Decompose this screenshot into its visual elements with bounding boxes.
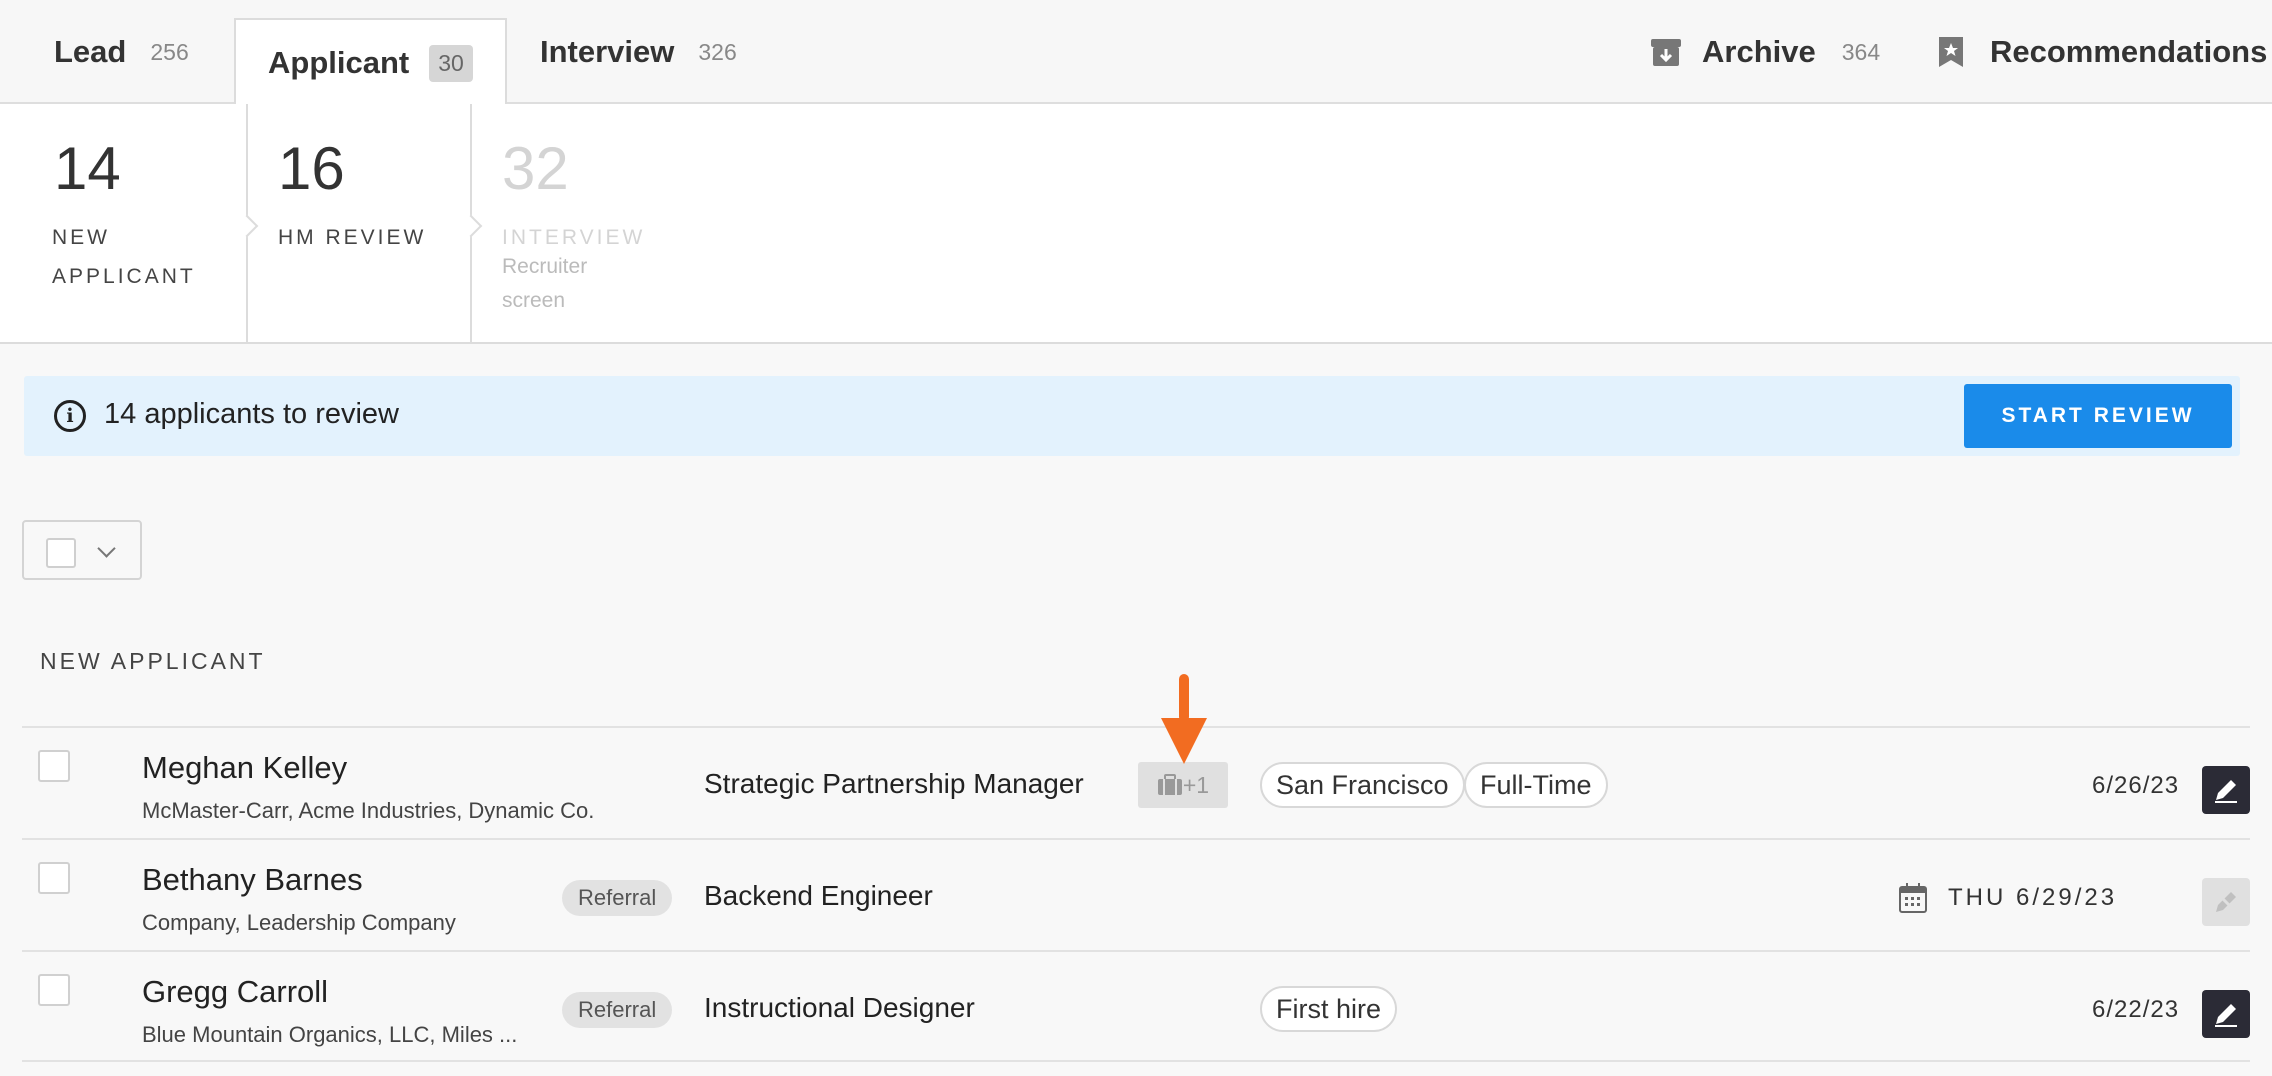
start-review-button[interactable]: START REVIEW	[1964, 384, 2232, 448]
calendar-icon	[1898, 882, 1928, 914]
candidate-company: Blue Mountain Organics, LLC, Miles ...	[142, 1022, 518, 1047]
stage-count: 14	[54, 135, 121, 202]
stage-funnel: 14 NEW APPLICANT 16 HM REVIEW 32 INTERVI…	[0, 104, 2272, 344]
archive-box-icon	[1650, 36, 1682, 68]
table-row[interactable]: Gregg Carroll Blue Mountain Organics, LL…	[22, 950, 2250, 1062]
stage-name-line: NEW	[52, 226, 110, 249]
referral-badge: Referral	[562, 992, 673, 1028]
archive-label: Archive	[1702, 34, 1816, 69]
tab-applicant[interactable]: Applicant 30	[234, 18, 507, 106]
tab-interview-label: Interview	[540, 34, 675, 69]
tab-lead[interactable]: Lead 256	[54, 0, 189, 104]
stage-count: 32	[502, 135, 569, 202]
tab-lead-count: 256	[150, 38, 189, 65]
edit-note-button[interactable]	[2202, 990, 2250, 1038]
stage-name-line: HM REVIEW	[278, 226, 427, 249]
tag-pill: First hire	[1260, 986, 1398, 1032]
chevron-down-icon	[97, 539, 116, 558]
job-title: Strategic Partnership Manager	[704, 768, 1084, 799]
candidate-company: Company, Leadership Company	[142, 910, 456, 935]
bookmark-star-icon	[1938, 36, 1970, 68]
tab-interview-count: 326	[698, 38, 737, 65]
edit-note-button-disabled	[2202, 878, 2250, 926]
stage-new-applicant[interactable]: 14 NEW APPLICANT	[0, 104, 246, 342]
tab-applicant-count: 30	[429, 44, 473, 82]
table-row[interactable]: Meghan Kelley McMaster-Carr, Acme Indust…	[22, 726, 2250, 838]
archive-count: 364	[1841, 38, 1881, 65]
candidate-name[interactable]: Bethany Barnes	[142, 862, 363, 898]
stage-sublabel-line: screen	[502, 289, 566, 312]
referral-badge: Referral	[562, 880, 673, 916]
row-date: 6/26/23	[2092, 772, 2180, 799]
select-all-checkbox[interactable]	[46, 538, 76, 568]
row-checkbox[interactable]	[38, 750, 70, 782]
interview-date: THU 6/29/23	[1948, 884, 2118, 911]
archive-link[interactable]: Archive 364	[1650, 0, 1880, 104]
row-checkbox[interactable]	[38, 862, 70, 894]
section-title: NEW APPLICANT	[40, 648, 266, 674]
top-navigation: Lead 256 Applicant 30 Interview 326 Arch…	[0, 0, 2272, 106]
job-title: Backend Engineer	[704, 880, 933, 911]
stage-name: HM REVIEW	[278, 218, 426, 257]
stage-hm-review[interactable]: 16 HM REVIEW	[248, 104, 470, 342]
candidate-company: McMaster-Carr, Acme Industries, Dynamic …	[142, 798, 595, 823]
pencil-icon	[2215, 1004, 2237, 1027]
additional-jobs-count: +1	[1182, 771, 1210, 798]
pencil-icon	[2215, 780, 2237, 803]
row-date: 6/22/23	[2092, 996, 2180, 1023]
info-icon: i	[54, 400, 86, 432]
stage-interview[interactable]: 32 INTERVIEW Recruiter screen	[472, 104, 732, 342]
review-banner: i 14 applicants to review START REVIEW	[24, 376, 2240, 456]
tab-interview[interactable]: Interview 326	[540, 0, 737, 104]
tag-pill: San Francisco	[1260, 762, 1465, 808]
tab-applicant-label: Applicant	[268, 45, 410, 80]
job-title: Instructional Designer	[704, 992, 975, 1023]
candidate-name[interactable]: Gregg Carroll	[142, 974, 328, 1010]
bulk-select-dropdown[interactable]	[22, 520, 142, 580]
edit-note-button[interactable]	[2202, 766, 2250, 814]
annotation-arrow-icon	[1159, 674, 1209, 766]
pencil-off-icon	[2213, 889, 2239, 915]
table-row[interactable]: Bethany Barnes Company, Leadership Compa…	[22, 838, 2250, 950]
stage-sublabel: Recruiter screen	[502, 250, 587, 318]
tag-pill: Full-Time	[1464, 762, 1608, 808]
additional-jobs-badge[interactable]: +1	[1138, 762, 1228, 808]
tab-lead-label: Lead	[54, 34, 127, 69]
recommendations-label: Recommendations	[1990, 34, 2268, 69]
recommendations-link[interactable]: Recommendations	[1938, 0, 2267, 104]
stage-count: 16	[278, 135, 345, 202]
stage-name-line: APPLICANT	[52, 265, 196, 288]
stage-name: NEW APPLICANT	[52, 218, 196, 296]
briefcase-icon	[1157, 774, 1182, 795]
candidate-name[interactable]: Meghan Kelley	[142, 750, 347, 786]
stage-sublabel-line: Recruiter	[502, 255, 588, 278]
banner-text: 14 applicants to review	[104, 398, 399, 430]
row-checkbox[interactable]	[38, 974, 70, 1006]
